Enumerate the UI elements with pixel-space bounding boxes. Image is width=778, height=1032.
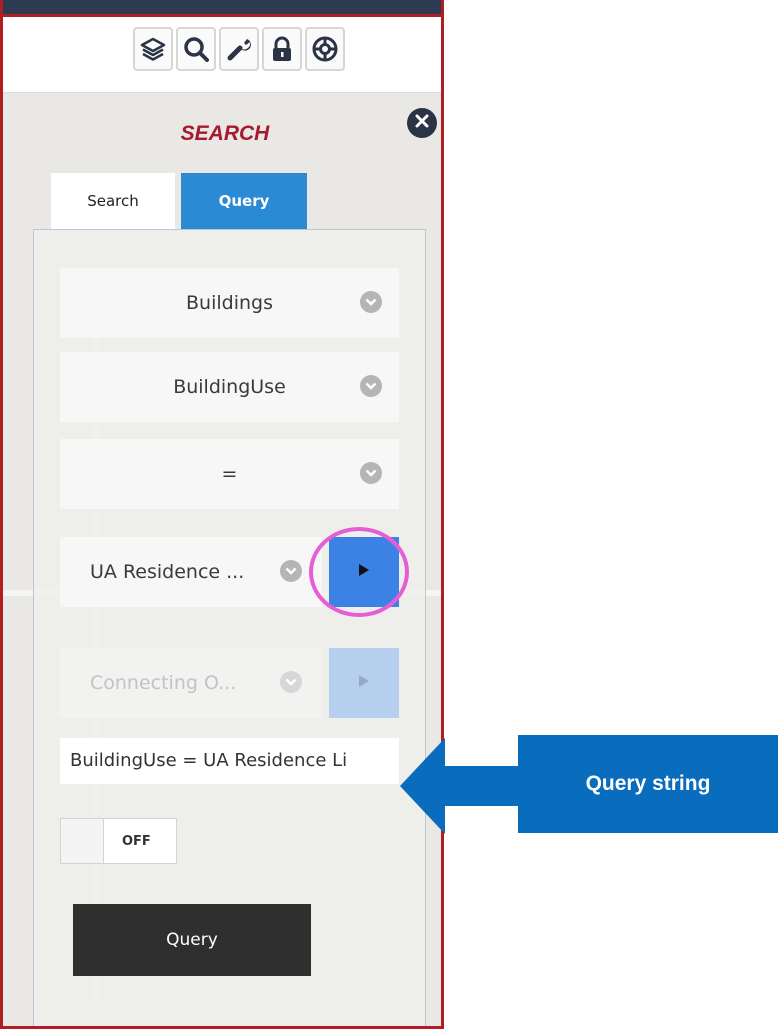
layers-icon	[139, 35, 167, 63]
operator-select-value: =	[221, 463, 238, 485]
toggle-label: OFF	[122, 833, 151, 849]
search-panel: SEARCH Search Query Buildings BuildingUs…	[0, 0, 444, 1029]
tab-query[interactable]: Query	[181, 173, 307, 229]
add-connector-button[interactable]	[329, 648, 399, 718]
play-icon	[358, 674, 370, 693]
layer-select-value: Buildings	[186, 292, 273, 314]
chevron-down-icon	[360, 291, 382, 313]
field-select[interactable]: BuildingUse	[60, 352, 399, 422]
tools-button[interactable]	[219, 27, 259, 71]
panel-top-bar	[3, 0, 441, 17]
chevron-down-icon	[360, 462, 382, 484]
tab-search[interactable]: Search	[51, 173, 175, 229]
query-button[interactable]: Query	[73, 904, 311, 976]
wrench-icon	[225, 35, 253, 63]
search-tool-button[interactable]	[176, 27, 216, 71]
search-icon	[182, 35, 210, 63]
operator-select[interactable]: =	[60, 439, 399, 509]
lock-button[interactable]	[262, 27, 302, 71]
query-string-field[interactable]: BuildingUse = UA Residence Li	[60, 738, 399, 784]
help-button[interactable]	[305, 27, 345, 71]
panel-title: SEARCH	[180, 122, 270, 145]
callout-arrow	[400, 738, 525, 843]
toggle-knob	[61, 819, 104, 863]
chevron-down-icon	[280, 671, 302, 693]
callout-label: Query string	[585, 772, 711, 795]
value-select[interactable]: UA Residence ...	[60, 537, 322, 607]
chevron-down-icon	[280, 560, 302, 582]
connector-select[interactable]: Connecting O...	[60, 648, 322, 718]
tab-search-label: Search	[87, 192, 139, 210]
lock-icon	[268, 35, 296, 63]
callout-box: Query string	[518, 735, 778, 833]
layer-select[interactable]: Buildings	[60, 268, 399, 338]
query-button-label: Query	[166, 930, 218, 950]
layers-button[interactable]	[133, 27, 173, 71]
highlight-circle	[309, 527, 409, 617]
lifebuoy-icon	[311, 35, 339, 63]
field-select-value: BuildingUse	[173, 376, 286, 398]
toolbar	[133, 27, 345, 71]
chevron-down-icon	[360, 375, 382, 397]
toggle-switch[interactable]: OFF	[60, 818, 177, 864]
tab-query-label: Query	[218, 192, 270, 210]
